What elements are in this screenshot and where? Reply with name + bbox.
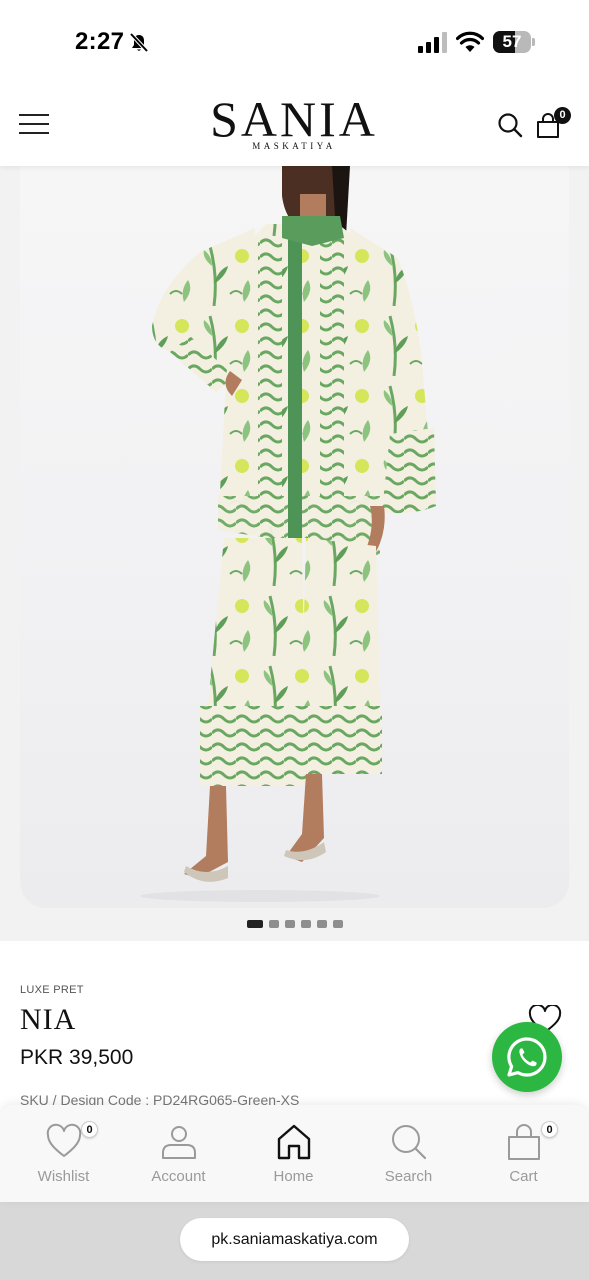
battery-body: 57 <box>493 31 531 53</box>
browser-toolbar: pk.saniamaskatiya.com <box>0 1202 589 1280</box>
battery-cap <box>532 38 535 46</box>
placket <box>288 228 302 540</box>
battery-icon: 57 <box>493 31 537 55</box>
gallery-dot[interactable] <box>246 920 263 928</box>
status-time: 2:27 <box>75 28 125 55</box>
gallery-pagination <box>0 920 589 930</box>
product-category[interactable]: LUXE PRET <box>20 984 84 996</box>
wishlist-count-badge: 0 <box>81 1121 98 1138</box>
nav-account[interactable]: Account <box>121 1105 236 1202</box>
nav-search[interactable]: Search <box>351 1105 466 1202</box>
nav-label-wishlist: Wishlist <box>37 1168 90 1185</box>
nav-label-account: Account <box>151 1168 206 1185</box>
hamburger-menu-icon <box>19 114 49 116</box>
home-icon <box>277 1124 311 1160</box>
gallery-dot[interactable] <box>300 920 311 928</box>
battery-level: 57 <box>502 32 522 51</box>
heart-icon <box>46 1123 82 1157</box>
nav-label-cart: Cart <box>509 1168 538 1185</box>
gallery-dot[interactable] <box>332 920 343 928</box>
nav-label-home: Home <box>273 1168 314 1185</box>
gallery-dot[interactable] <box>284 920 295 928</box>
wifi-icon <box>456 31 484 52</box>
hamburger-menu-icon-line <box>19 123 49 125</box>
bottom-navigation: 0 Wishlist Account Home Search 0 Cart <box>0 1105 589 1202</box>
cellular-signal-icon <box>418 32 447 53</box>
whatsapp-chat-button[interactable] <box>492 1022 562 1092</box>
nav-home[interactable]: Home <box>236 1105 351 1202</box>
nav-wishlist[interactable]: 0 Wishlist <box>6 1105 121 1202</box>
shopping-bag-icon <box>508 1124 540 1160</box>
search-icon[interactable] <box>497 112 523 138</box>
hamburger-menu-button[interactable] <box>19 110 51 138</box>
product-gallery[interactable] <box>0 166 589 941</box>
bell-slash-icon <box>129 32 149 53</box>
product-name: NIA <box>20 1003 77 1036</box>
product-image[interactable] <box>20 166 569 908</box>
hamburger-menu-icon-line <box>19 132 49 134</box>
search-icon <box>392 1125 427 1160</box>
whatsapp-icon <box>507 1037 547 1077</box>
cart-button[interactable]: 0 <box>533 107 573 141</box>
user-icon <box>162 1126 196 1159</box>
nav-cart[interactable]: 0 Cart <box>466 1105 581 1202</box>
cart-count-badge: 0 <box>554 107 571 124</box>
nav-label-search: Search <box>384 1168 433 1185</box>
gallery-dot[interactable] <box>316 920 327 928</box>
cart-count-badge: 0 <box>541 1121 558 1138</box>
status-bar: 2:27 57 <box>0 0 589 85</box>
address-bar[interactable]: pk.saniamaskatiya.com <box>180 1218 409 1261</box>
brand-logo[interactable]: SANIA MASKATIYA <box>194 93 394 151</box>
gallery-dot[interactable] <box>268 920 279 928</box>
brand-name: SANIA <box>210 91 378 147</box>
site-header: SANIA MASKATIYA 0 <box>0 85 589 166</box>
product-price: PKR 39,500 <box>20 1046 134 1069</box>
model-illustration <box>140 166 436 902</box>
